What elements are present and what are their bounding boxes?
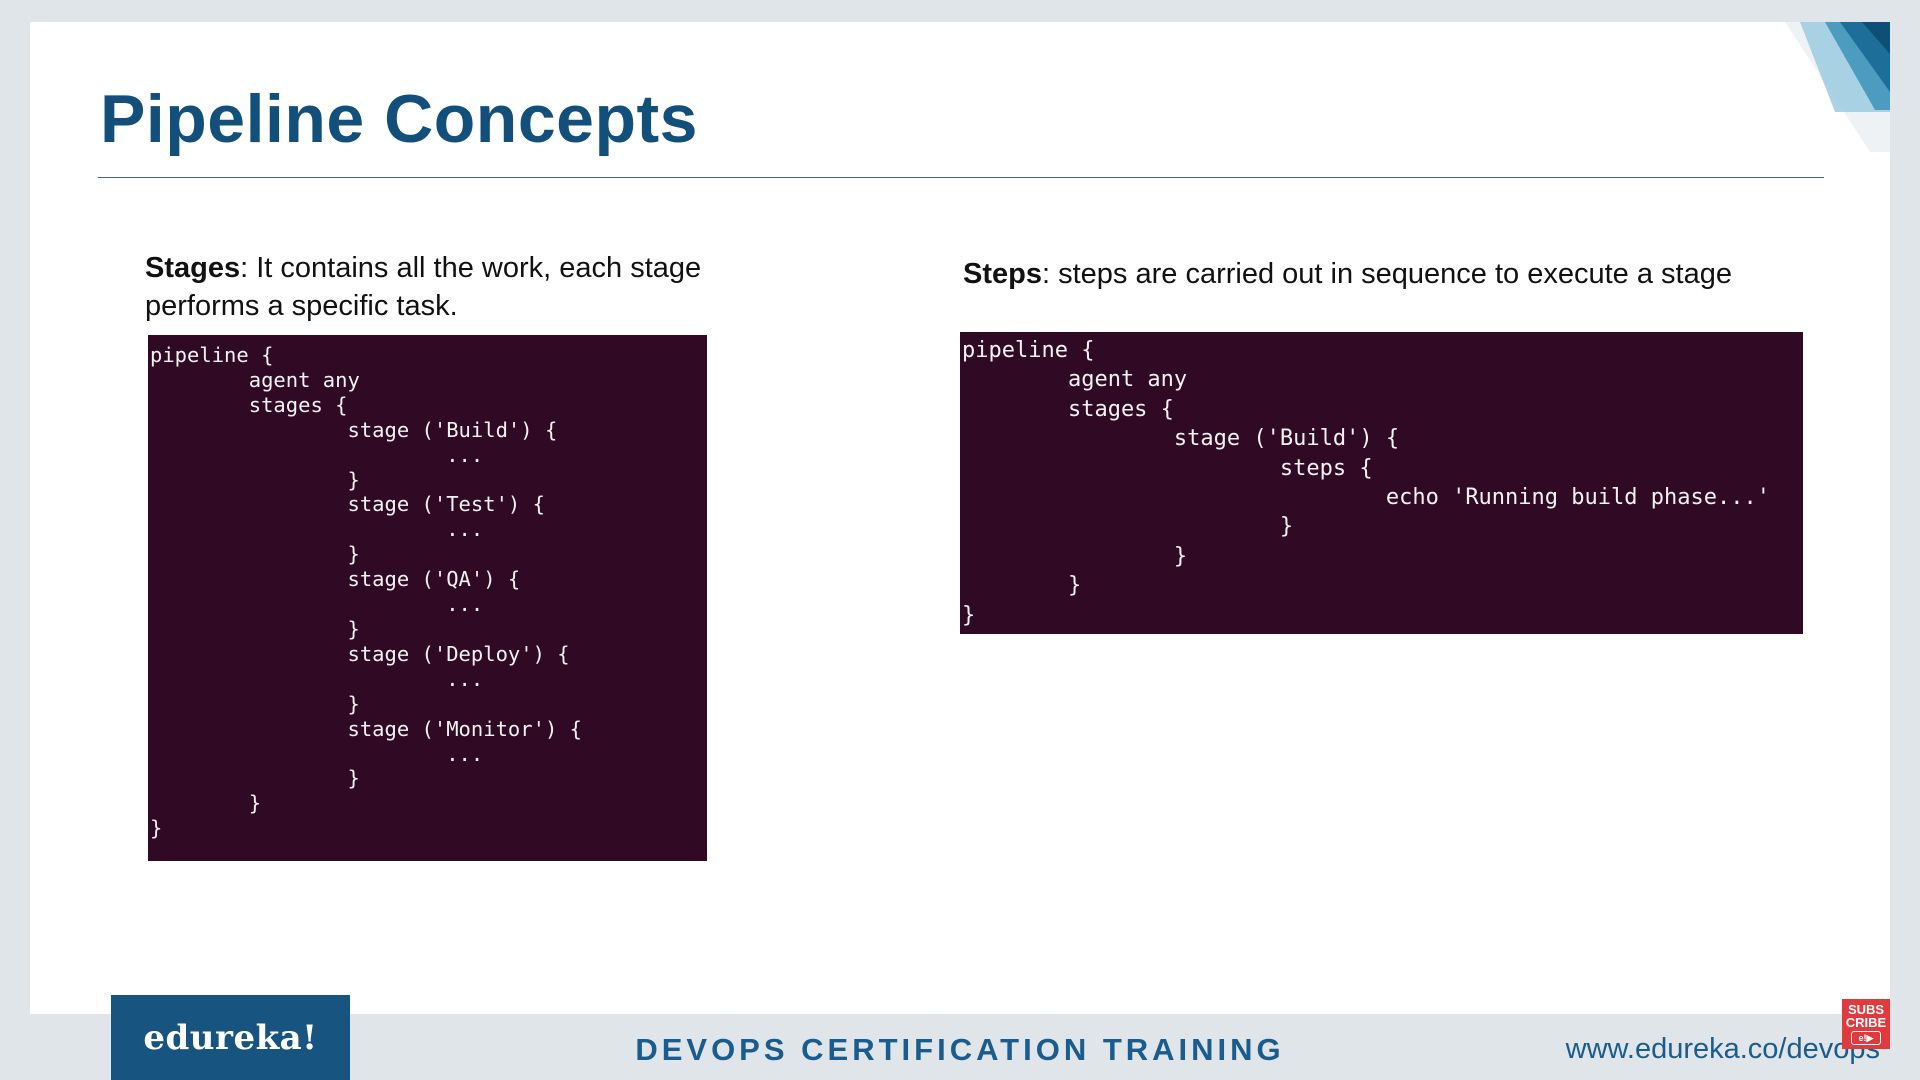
stages-term: Stages bbox=[145, 252, 241, 284]
stages-code-block: pipeline { agent any stages { stage ('Bu… bbox=[148, 335, 707, 861]
corner-decoration bbox=[1785, 22, 1890, 152]
play-icon: e!▶ bbox=[1851, 1031, 1881, 1045]
steps-description: Steps: steps are carried out in sequence… bbox=[963, 255, 1863, 293]
steps-description-text: : steps are carried out in sequence to e… bbox=[1041, 258, 1732, 290]
slide: Pipeline Concepts Stages: It contains al… bbox=[30, 22, 1890, 1014]
steps-code-block: pipeline { agent any stages { stage ('Bu… bbox=[960, 332, 1803, 634]
subscribe-button[interactable]: SUBS CRIBE e!▶ bbox=[1842, 999, 1890, 1049]
stages-description: Stages: It contains all the work, each s… bbox=[145, 249, 745, 325]
slide-frame: Pipeline Concepts Stages: It contains al… bbox=[0, 0, 1920, 1080]
page-title: Pipeline Concepts bbox=[100, 81, 698, 157]
subscribe-label-line2: CRIBE bbox=[1845, 1015, 1887, 1030]
footer-url[interactable]: www.edureka.co/devops bbox=[1566, 1033, 1880, 1066]
title-divider bbox=[98, 177, 1824, 178]
steps-term: Steps bbox=[963, 258, 1042, 290]
